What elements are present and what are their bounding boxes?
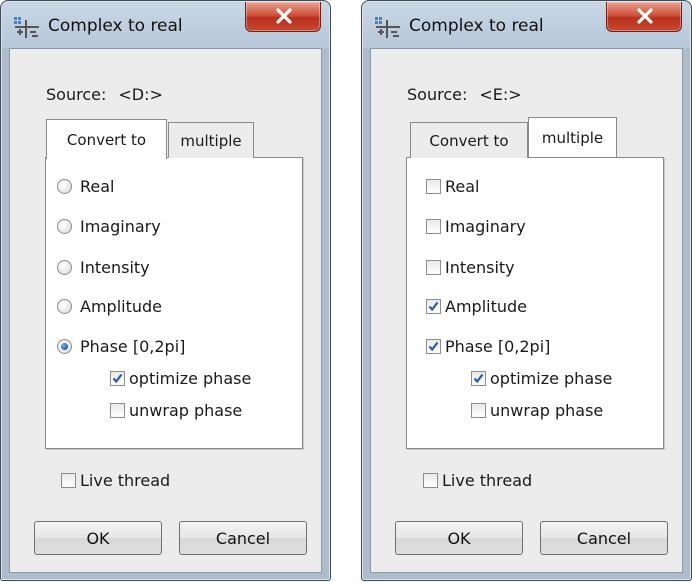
tab-multiple[interactable]: multiple <box>528 117 617 157</box>
option-label: Amplitude <box>80 297 162 316</box>
source-row: Source: <D:> <box>46 85 163 104</box>
ok-button[interactable]: OK <box>34 521 162 555</box>
source-value: <E:> <box>479 85 522 104</box>
live-thread-option[interactable]: Live thread <box>61 471 170 490</box>
option-label: unwrap phase <box>490 401 604 420</box>
checkbox[interactable] <box>61 473 76 488</box>
complex-to-real-icon <box>14 16 40 40</box>
checkbox[interactable] <box>426 260 441 275</box>
checkbox[interactable] <box>426 179 441 194</box>
tab-label: Convert to <box>429 131 509 150</box>
option-label: Phase [0,2pi] <box>80 337 186 356</box>
tab-multiple[interactable]: multiple <box>168 122 254 158</box>
live-thread-option[interactable]: Live thread <box>423 471 532 490</box>
tab-label: multiple <box>541 128 604 147</box>
option-label: Imaginary <box>445 217 526 236</box>
option-unwrap-phase[interactable]: unwrap phase <box>471 401 603 420</box>
source-label: Source: <box>46 85 107 104</box>
option-amplitude[interactable]: Amplitude <box>426 297 527 316</box>
option-label: Intensity <box>80 258 150 277</box>
cancel-button[interactable]: Cancel <box>179 521 307 555</box>
title-bar[interactable]: Complex to real <box>363 2 690 48</box>
option-label: Live thread <box>442 471 533 490</box>
checkmark-icon <box>428 301 439 312</box>
source-label: Source: <box>407 85 468 104</box>
window-title: Complex to real <box>409 16 544 36</box>
dialog-window-right: Complex to real Source: <E:> Convert to m… <box>361 0 692 581</box>
option-optimize-phase[interactable]: optimize phase <box>110 369 251 388</box>
radio-button[interactable] <box>57 260 72 275</box>
window-title: Complex to real <box>48 16 183 36</box>
checkbox[interactable] <box>110 403 125 418</box>
source-value: <D:> <box>118 85 163 104</box>
option-imaginary[interactable]: Imaginary <box>426 217 526 236</box>
tab-label: multiple <box>180 131 242 150</box>
checkmark-icon <box>428 341 439 352</box>
radio-button[interactable] <box>57 299 72 314</box>
option-unwrap-phase[interactable]: unwrap phase <box>110 401 242 420</box>
radio-button[interactable] <box>57 179 72 194</box>
option-imaginary[interactable]: Imaginary <box>57 217 161 236</box>
tab-convert-to[interactable]: Convert to <box>410 122 528 158</box>
checkbox-checked[interactable] <box>426 299 441 314</box>
checkbox-checked[interactable] <box>471 371 486 386</box>
option-label: Intensity <box>445 258 515 277</box>
checkbox[interactable] <box>471 403 486 418</box>
option-phase[interactable]: Phase [0,2pi] <box>426 337 550 356</box>
close-button[interactable] <box>606 2 682 32</box>
close-button[interactable] <box>245 2 321 32</box>
option-label: optimize phase <box>129 369 252 388</box>
complex-to-real-icon <box>375 16 401 40</box>
option-label: Amplitude <box>445 297 527 316</box>
option-label: Imaginary <box>80 217 161 236</box>
option-label: Phase [0,2pi] <box>445 337 551 356</box>
option-intensity[interactable]: Intensity <box>57 258 150 277</box>
checkbox[interactable] <box>426 219 441 234</box>
option-label: Real <box>80 177 115 196</box>
option-amplitude[interactable]: Amplitude <box>57 297 162 316</box>
cancel-button[interactable]: Cancel <box>540 521 668 555</box>
checkbox-checked[interactable] <box>426 339 441 354</box>
option-real[interactable]: Real <box>426 177 480 196</box>
option-real[interactable]: Real <box>57 177 115 196</box>
option-label: unwrap phase <box>129 401 243 420</box>
radio-button-selected[interactable] <box>57 339 72 354</box>
checkmark-icon <box>473 373 484 384</box>
option-phase[interactable]: Phase [0,2pi] <box>57 337 185 356</box>
option-label: Live thread <box>80 471 171 490</box>
option-intensity[interactable]: Intensity <box>426 258 515 277</box>
ok-button[interactable]: OK <box>395 521 523 555</box>
checkbox[interactable] <box>423 473 438 488</box>
title-bar[interactable]: Complex to real <box>2 2 329 48</box>
checkmark-icon <box>112 373 123 384</box>
source-row: Source: <E:> <box>407 85 522 104</box>
checkbox-checked[interactable] <box>110 371 125 386</box>
dialog-window-left: Complex to real Source: <D:> Convert to m… <box>0 0 331 581</box>
option-label: optimize phase <box>490 369 613 388</box>
option-label: Real <box>445 177 480 196</box>
tab-convert-to[interactable]: Convert to <box>46 119 167 159</box>
tab-label: Convert to <box>66 130 147 149</box>
option-optimize-phase[interactable]: optimize phase <box>471 369 612 388</box>
radio-button[interactable] <box>57 219 72 234</box>
